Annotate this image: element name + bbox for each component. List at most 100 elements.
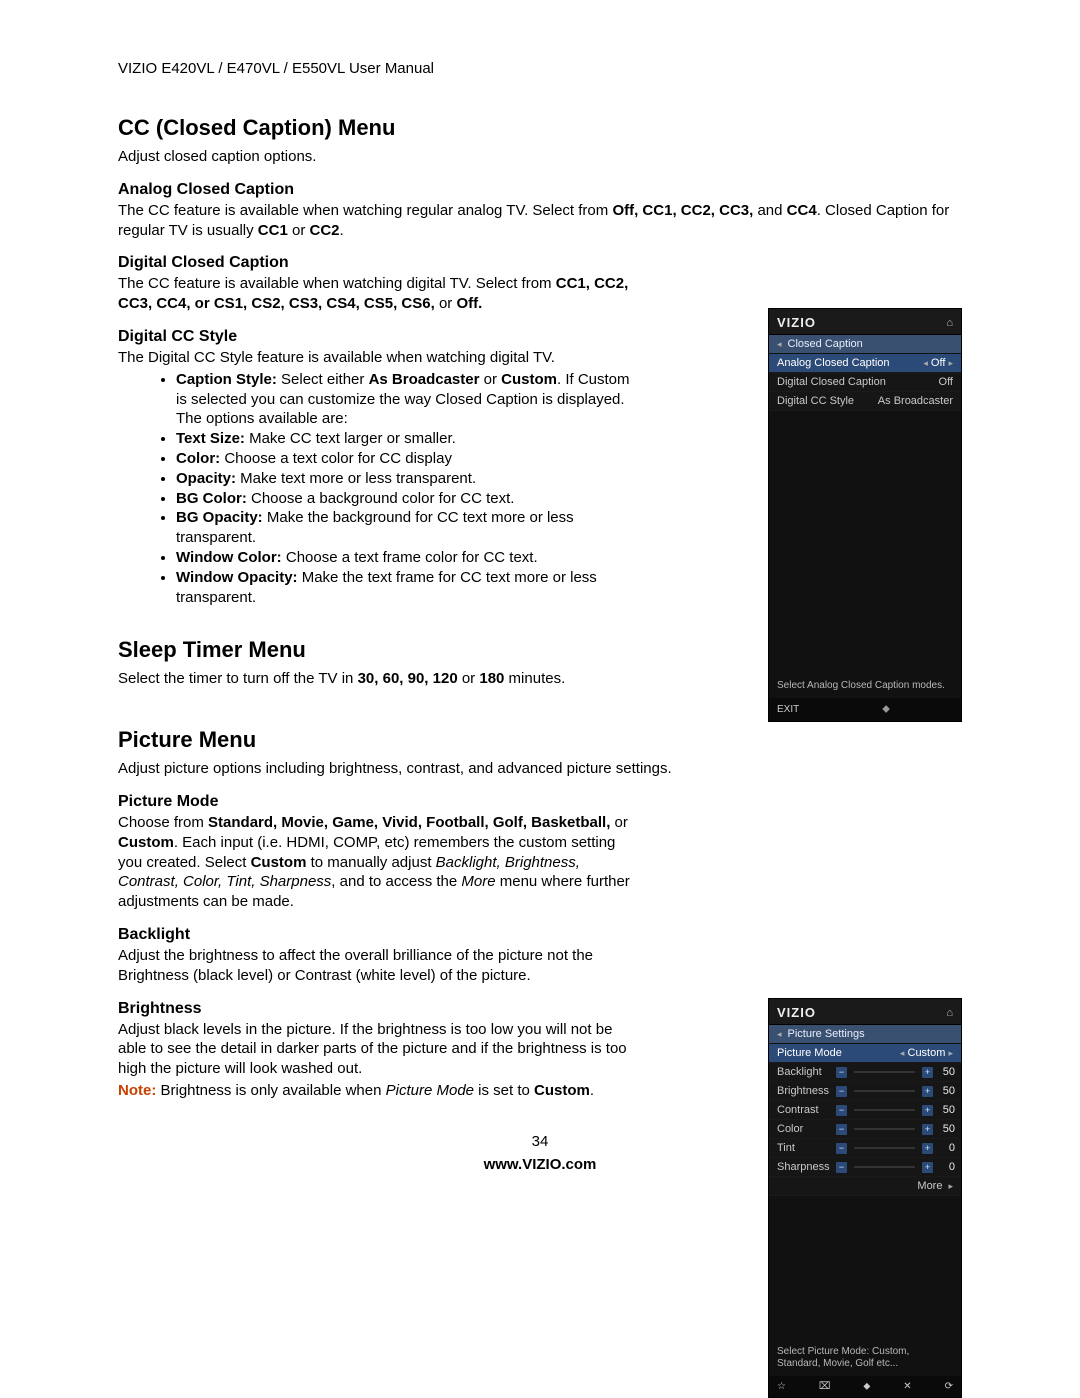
tv-pic-breadcrumb[interactable]: ◂ Picture Settings <box>769 1025 961 1044</box>
refresh-icon[interactable]: ⟳ <box>945 1381 953 1392</box>
star-icon[interactable]: ☆ <box>777 1381 786 1392</box>
slider-label: Contrast <box>777 1104 832 1116</box>
list-item: Color: Choose a text color for CC displa… <box>176 449 636 469</box>
slider-bar[interactable] <box>854 1166 915 1168</box>
tv-cc-footer: EXIT ⬥ <box>769 698 961 721</box>
slider-row[interactable]: Tint−+0 <box>769 1139 961 1158</box>
picture-mode-body: Choose from Standard, Movie, Game, Vivid… <box>118 813 638 912</box>
cc-menu-title: CC (Closed Caption) Menu <box>118 115 962 141</box>
slider-label: Backlight <box>777 1066 832 1078</box>
slider-label: Sharpness <box>777 1161 832 1173</box>
chevron-right-icon: ▸ <box>948 1048 953 1058</box>
brightness-note: Note: Brightness is only available when … <box>118 1081 638 1101</box>
minus-icon[interactable]: − <box>836 1086 847 1097</box>
picture-mode-label: Picture Mode <box>777 1047 842 1059</box>
picture-mode-row[interactable]: Picture Mode ◂ Custom ▸ <box>769 1044 961 1063</box>
tv-brand-label: VIZIO <box>777 1005 816 1020</box>
tv-cc-panel: VIZIO ⌂ ◂ Closed Caption Analog Closed C… <box>768 308 962 722</box>
slider-bar[interactable] <box>854 1128 915 1130</box>
plus-icon[interactable]: + <box>922 1086 933 1097</box>
plus-icon[interactable]: + <box>922 1143 933 1154</box>
more-row[interactable]: More ▸ <box>769 1177 961 1196</box>
plus-icon[interactable]: + <box>922 1162 933 1173</box>
minus-icon[interactable]: − <box>836 1162 847 1173</box>
chevron-right-icon: ▸ <box>948 358 953 368</box>
picture-mode-heading: Picture Mode <box>118 793 638 811</box>
option-value: ◂ Off ▸ <box>923 357 953 369</box>
plus-icon[interactable]: + <box>922 1067 933 1078</box>
breadcrumb-label: Picture Settings <box>788 1028 865 1040</box>
slider-bar[interactable] <box>854 1090 915 1092</box>
slider-bar[interactable] <box>854 1071 915 1073</box>
analog-cc-heading: Analog Closed Caption <box>118 181 962 199</box>
slider-label: Color <box>777 1123 832 1135</box>
analog-cc-body: The CC feature is available when watchin… <box>118 201 962 241</box>
plus-icon[interactable]: + <box>922 1124 933 1135</box>
digital-cc-heading: Digital Closed Caption <box>118 254 636 272</box>
backlight-heading: Backlight <box>118 926 638 944</box>
slider-row[interactable]: Color− +50 <box>769 1120 961 1139</box>
manual-page: VIZIO E420VL / E470VL / E550VL User Manu… <box>0 0 1080 1213</box>
minus-icon[interactable]: − <box>836 1105 847 1116</box>
tv-cc-description: Select Analog Closed Caption modes. <box>769 674 961 698</box>
list-item: BG Color: Choose a background color for … <box>176 489 636 509</box>
tv-pic-header: VIZIO ⌂ <box>769 999 961 1025</box>
minus-icon[interactable]: − <box>836 1067 847 1078</box>
tv-cc-option-row[interactable]: Digital Closed Caption Off <box>769 373 961 392</box>
digital-cc-style-intro: The Digital CC Style feature is availabl… <box>118 348 636 368</box>
option-value: As Broadcaster <box>878 395 953 407</box>
list-item: Window Opacity: Make the text frame for … <box>176 568 636 608</box>
tv-cc-option-row[interactable]: Digital CC Style As Broadcaster <box>769 392 961 411</box>
cc-intro: Adjust closed caption options. <box>118 147 962 167</box>
slider-value: 50 <box>937 1066 955 1078</box>
breadcrumb-label: Closed Caption <box>788 338 863 350</box>
plus-icon[interactable]: + <box>922 1105 933 1116</box>
widescreen-icon[interactable]: ⌧ <box>819 1381 831 1392</box>
home-icon[interactable]: ⌂ <box>946 317 953 329</box>
minus-icon[interactable]: − <box>836 1143 847 1154</box>
chevron-right-icon: ▸ <box>948 1181 953 1192</box>
picture-intro: Adjust picture options including brightn… <box>118 759 962 779</box>
list-item: Window Color: Choose a text frame color … <box>176 548 636 568</box>
close-icon[interactable]: ✕ <box>903 1381 911 1392</box>
slider-label: Tint <box>777 1142 832 1154</box>
v-logo-icon: ⬥ <box>863 1381 870 1392</box>
slider-bar[interactable] <box>854 1109 915 1111</box>
slider-row[interactable]: Brightness− +50 <box>769 1082 961 1101</box>
backlight-body: Adjust the brightness to affect the over… <box>118 946 638 986</box>
breadcrumb-back-icon: ◂ <box>777 1029 782 1040</box>
tv-cc-header: VIZIO ⌂ <box>769 309 961 335</box>
digital-cc-style-heading: Digital CC Style <box>118 328 636 346</box>
tv-picture-panel: VIZIO ⌂ ◂ Picture Settings Picture Mode … <box>768 998 962 1398</box>
breadcrumb-back-icon: ◂ <box>777 339 782 350</box>
slider-row[interactable]: Contrast− +50 <box>769 1101 961 1120</box>
slider-label: Brightness <box>777 1085 832 1097</box>
slider-bar[interactable] <box>854 1147 915 1149</box>
digital-cc-body: The CC feature is available when watchin… <box>118 274 636 314</box>
tv-pic-description: Select Picture Mode: Custom, Standard, M… <box>769 1340 961 1376</box>
slider-value: 50 <box>937 1104 955 1116</box>
slider-row[interactable]: Sharpness− +0 <box>769 1158 961 1177</box>
picture-mode-value: ◂ Custom ▸ <box>900 1047 953 1059</box>
slider-value: 50 <box>937 1085 955 1097</box>
list-item: Text Size: Make CC text larger or smalle… <box>176 429 636 449</box>
tv-pic-footer: ☆ ⌧ ⬥ ✕ ⟳ <box>769 1376 961 1397</box>
more-label: More <box>917 1180 942 1192</box>
slider-value: 0 <box>937 1161 955 1173</box>
tv-cc-breadcrumb[interactable]: ◂ Closed Caption <box>769 335 961 354</box>
v-logo-icon: ⬥ <box>882 703 890 716</box>
minus-icon[interactable]: − <box>836 1124 847 1135</box>
option-label: Digital CC Style <box>777 395 854 407</box>
tv-cc-option-row[interactable]: Analog Closed Caption ◂ Off ▸ <box>769 354 961 373</box>
chevron-left-icon: ◂ <box>900 1048 905 1058</box>
brightness-heading: Brightness <box>118 1000 638 1018</box>
option-label: Digital Closed Caption <box>777 376 886 388</box>
home-icon[interactable]: ⌂ <box>946 1007 953 1019</box>
option-label: Analog Closed Caption <box>777 357 890 369</box>
option-value: Off <box>939 376 953 388</box>
manual-header: VIZIO E420VL / E470VL / E550VL User Manu… <box>118 60 962 77</box>
slider-value: 50 <box>937 1123 955 1135</box>
slider-row[interactable]: Backlight− +50 <box>769 1063 961 1082</box>
exit-button[interactable]: EXIT <box>777 704 799 715</box>
picture-menu-title: Picture Menu <box>118 727 962 753</box>
